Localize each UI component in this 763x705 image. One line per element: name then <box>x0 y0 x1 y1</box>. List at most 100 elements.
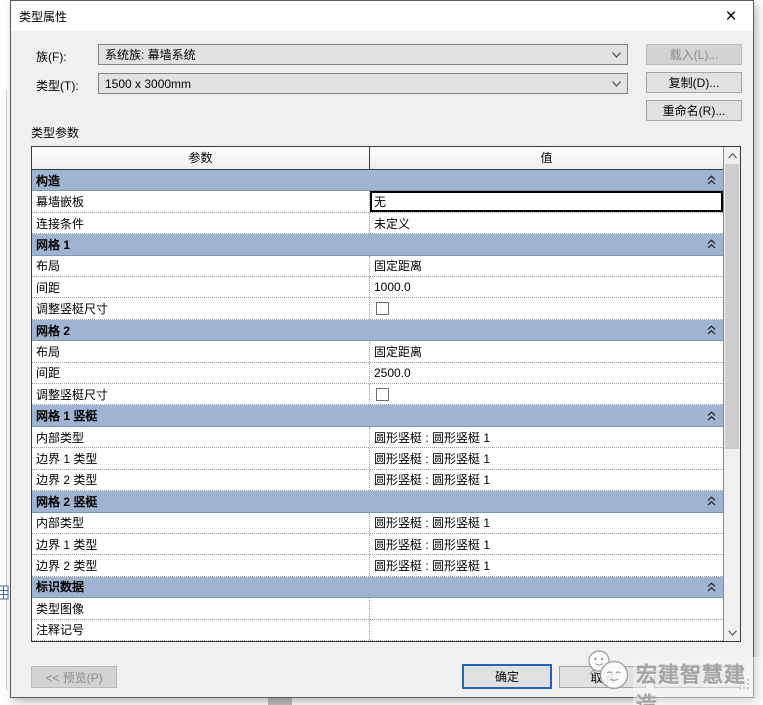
scroll-down-icon[interactable] <box>724 624 740 641</box>
param-table: 参数 值 构造 幕墙嵌板无连接条件 未定义 网格 1 布局 固定距离 间距 1000.0 调整竖… <box>31 146 741 642</box>
param-name-cell: 调整竖梃尺寸 <box>32 384 370 405</box>
param-row[interactable]: 内部类型 圆形竖梃 : 圆形竖梃 1 <box>32 426 723 449</box>
family-combobox[interactable]: 系统族: 幕墙系统 <box>98 44 628 65</box>
param-value-cell[interactable] <box>370 384 723 404</box>
chevron-down-icon <box>612 52 621 58</box>
param-name-cell: 内部类型 <box>32 512 370 533</box>
param-value-cell[interactable]: 未定义 <box>370 213 723 233</box>
param-name-cell: 注释记号 <box>32 619 370 640</box>
param-value-cell[interactable]: 2500.0 <box>370 363 723 383</box>
collapse-chevron-icon[interactable] <box>707 582 716 592</box>
param-name-cell: 边界 1 类型 <box>32 533 370 555</box>
section-label: 网格 2 竖梃 <box>36 494 98 509</box>
param-row[interactable]: 边界 2 类型 圆形竖梃 : 圆形竖梃 1 <box>32 469 723 492</box>
param-row[interactable]: 调整竖梃尺寸 <box>32 384 723 406</box>
param-value-cell[interactable]: 圆形竖梃 : 圆形竖梃 1 <box>370 427 723 447</box>
ok-button[interactable]: 确定 <box>462 664 552 689</box>
param-row[interactable]: 内部类型 圆形竖梃 : 圆形竖梃 1 <box>32 512 723 534</box>
scrollbar-thumb[interactable] <box>725 164 739 450</box>
watermark-text: 宏建智慧建造 <box>633 657 763 705</box>
param-column-header: 参数 <box>32 147 370 169</box>
section-row[interactable]: 网格 2 竖梃 <box>32 491 723 513</box>
scroll-up-icon[interactable] <box>724 147 740 164</box>
param-row[interactable]: 间距 2500.0 <box>32 362 723 385</box>
section-label: 网格 1 竖梃 <box>36 409 98 424</box>
section-label: 标识数据 <box>36 580 85 595</box>
param-value-cell[interactable]: 圆形竖梃 : 圆形竖梃 1 <box>370 448 723 468</box>
param-row[interactable]: 连接条件 未定义 <box>32 212 723 235</box>
param-table-header: 参数 值 <box>32 147 723 170</box>
section-row[interactable]: 构造 <box>32 170 723 192</box>
section-row[interactable]: 标识数据 <box>32 576 723 599</box>
param-row[interactable]: 边界 1 类型 圆形竖梃 : 圆形竖梃 1 <box>32 533 723 556</box>
param-row[interactable]: 类型图像 <box>32 598 723 620</box>
checkbox[interactable] <box>376 387 389 401</box>
load-button: 载入(L)... <box>646 44 742 65</box>
param-value-cell[interactable]: 固定距离 <box>370 341 723 361</box>
param-row[interactable]: 边界 1 类型 圆形竖梃 : 圆形竖梃 1 <box>32 448 723 470</box>
value-column-header: 值 <box>540 151 553 165</box>
param-value-cell[interactable] <box>370 298 723 318</box>
collapse-chevron-icon[interactable] <box>707 411 716 421</box>
family-value: 系统族: 幕墙系统 <box>105 48 196 62</box>
param-name-cell: 间距 <box>32 362 370 384</box>
chevron-down-icon <box>612 81 621 87</box>
family-label: 族(F): <box>36 50 67 64</box>
param-value-cell[interactable] <box>370 598 723 618</box>
param-table-body: 构造 幕墙嵌板无连接条件 未定义 网格 1 布局 固定距离 间距 1000.0 调整竖梃尺寸 网格… <box>32 170 723 641</box>
dialog-title: 类型属性 <box>19 9 68 24</box>
param-row[interactable]: 间距 1000.0 <box>32 277 723 299</box>
background-table-icon <box>0 585 9 601</box>
section-row[interactable]: 网格 2 <box>32 319 723 342</box>
watermark-logo-icon <box>585 648 633 697</box>
param-name-cell: 边界 2 类型 <box>32 469 370 491</box>
param-value-cell[interactable]: 圆形竖梃 : 圆形竖梃 1 <box>370 534 723 554</box>
param-name-cell: 内部类型 <box>32 426 370 448</box>
param-value-cell[interactable]: 圆形竖梃 : 圆形竖梃 1 <box>370 470 723 490</box>
param-value-cell[interactable]: 圆形竖梃 : 圆形竖梃 1 <box>370 513 723 533</box>
close-icon[interactable]: × <box>715 3 747 29</box>
rename-button[interactable]: 重命名(R)... <box>646 100 742 121</box>
param-name-cell: 调整竖梃尺寸 <box>32 298 370 319</box>
param-value-cell[interactable]: 圆形竖梃 : 圆形竖梃 1 <box>370 555 723 575</box>
collapse-chevron-icon[interactable] <box>707 496 716 506</box>
background-fragment <box>268 697 292 705</box>
type-value: 1500 x 3000mm <box>105 76 192 91</box>
param-value-cell[interactable]: 无 <box>370 191 723 211</box>
type-properties-dialog: 类型属性 × 族(F): 系统族: 幕墙系统 载入(L)... 类型(T): 1… <box>10 0 754 698</box>
param-name-cell: 边界 1 类型 <box>32 448 370 469</box>
param-name-cell: 布局 <box>32 255 370 277</box>
param-value-cell[interactable] <box>370 620 723 640</box>
collapse-chevron-icon[interactable] <box>707 325 716 335</box>
scrollbar[interactable] <box>723 147 740 641</box>
section-label: 构造 <box>36 173 61 188</box>
type-params-label: 类型参数 <box>31 126 80 140</box>
section-label: 网格 2 <box>36 323 71 338</box>
scrollbar-track[interactable] <box>724 164 740 624</box>
param-value-cell[interactable]: 1000.0 <box>370 277 723 297</box>
param-row[interactable]: 幕墙嵌板无 <box>32 191 723 213</box>
screenshot-page: 类型属性 × 族(F): 系统族: 幕墙系统 载入(L)... 类型(T): 1… <box>0 0 763 705</box>
type-label: 类型(T): <box>36 79 79 93</box>
section-row[interactable]: 网格 1 <box>32 234 723 256</box>
collapse-chevron-icon[interactable] <box>707 239 716 249</box>
param-row[interactable]: 注释记号 <box>32 619 723 641</box>
param-value-cell[interactable]: 固定距离 <box>370 256 723 276</box>
param-row[interactable]: 布局 固定距离 <box>32 255 723 278</box>
param-row[interactable]: 布局 固定距离 <box>32 341 723 363</box>
param-row[interactable]: 调整竖梃尺寸 <box>32 298 723 320</box>
param-name-cell: 幕墙嵌板 <box>32 191 370 212</box>
param-name-cell: 类型图像 <box>32 598 370 619</box>
duplicate-button[interactable]: 复制(D)... <box>646 72 742 93</box>
section-label: 网格 1 <box>36 237 71 252</box>
type-combobox[interactable]: 1500 x 3000mm <box>98 73 628 94</box>
param-name-cell: 布局 <box>32 341 370 362</box>
preview-button: << 预览(P) <box>31 666 117 688</box>
param-name-cell: 间距 <box>32 277 370 298</box>
checkbox[interactable] <box>376 302 389 316</box>
dialog-titlebar[interactable]: 类型属性 × <box>11 1 753 31</box>
param-row[interactable]: 边界 2 类型 圆形竖梃 : 圆形竖梃 1 <box>32 555 723 577</box>
param-name-cell: 边界 2 类型 <box>32 555 370 576</box>
collapse-chevron-icon[interactable] <box>707 175 716 185</box>
section-row[interactable]: 网格 1 竖梃 <box>32 405 723 427</box>
